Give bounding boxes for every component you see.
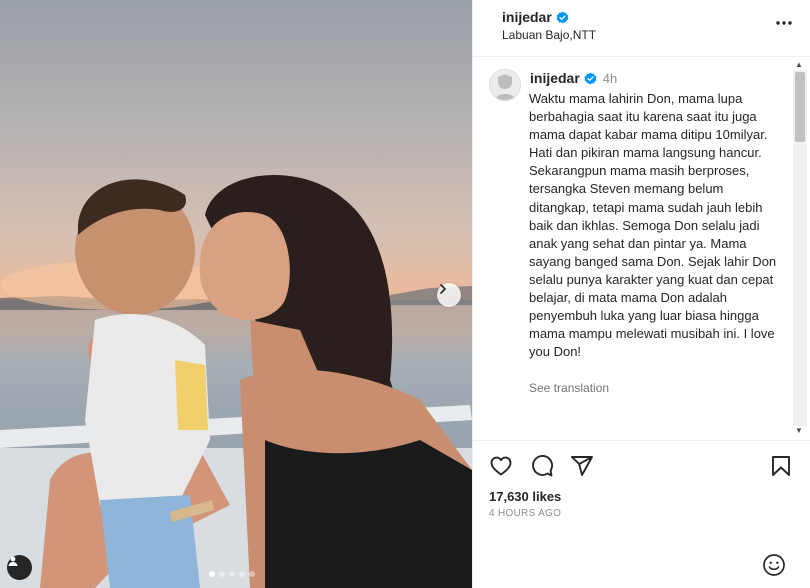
post-side-panel: inijedar Labuan Bajo,NTT inijedar 4h Wak… [472, 0, 810, 588]
user-tag-icon [8, 556, 18, 566]
carousel-dot [219, 571, 225, 577]
caption-scrollbar-thumb[interactable] [795, 72, 805, 142]
bookmark-icon [772, 456, 790, 476]
emoji-button[interactable] [762, 553, 786, 582]
likes-count[interactable]: 17,630 likes [489, 489, 561, 504]
carousel-dot [239, 571, 245, 577]
emoji-icon [763, 554, 785, 576]
header-username[interactable]: inijedar [502, 9, 569, 25]
post-header: inijedar Labuan Bajo,NTT [473, 0, 810, 57]
scroll-down-arrow-icon[interactable]: ▼ [795, 426, 803, 435]
see-translation-link[interactable]: See translation [529, 381, 609, 395]
avatar-image [490, 70, 520, 100]
caption-text: Waktu mama lahirin Don, mama lupa berbah… [529, 91, 777, 360]
heart-icon [490, 456, 512, 476]
caption-timestamp[interactable]: 4h [603, 71, 617, 86]
more-horizontal-icon [776, 21, 792, 25]
post-photo[interactable] [0, 0, 472, 588]
caption-section: inijedar 4h Waktu mama lahirin Don, mama… [473, 57, 810, 437]
header-username-text[interactable]: inijedar [502, 9, 552, 25]
verified-badge-icon [556, 11, 569, 24]
carousel-dot [209, 571, 215, 577]
caption-header: inijedar 4h [530, 70, 617, 86]
verified-badge-icon [584, 72, 597, 85]
scroll-up-arrow-icon[interactable]: ▲ [795, 60, 803, 69]
chevron-right-icon [440, 284, 446, 294]
comment-button[interactable] [530, 454, 554, 483]
carousel-dot [249, 571, 255, 577]
user-tags-button[interactable] [7, 555, 32, 580]
send-icon [571, 456, 593, 476]
carousel-next-button[interactable] [437, 283, 461, 307]
post-actions: 17,630 likes 4 HOURS AGO [473, 440, 810, 588]
photo-illustration [0, 174, 472, 588]
like-button[interactable] [489, 454, 513, 483]
carousel-dot [229, 571, 235, 577]
carousel-indicator [209, 571, 255, 577]
avatar[interactable] [489, 69, 521, 101]
header-location[interactable]: Labuan Bajo,NTT [502, 28, 596, 42]
post-date[interactable]: 4 HOURS AGO [489, 508, 561, 519]
comment-icon [532, 455, 553, 477]
caption-username[interactable]: inijedar [530, 70, 580, 86]
save-button[interactable] [769, 454, 793, 483]
more-options-button[interactable] [775, 14, 793, 37]
share-button[interactable] [570, 454, 594, 483]
